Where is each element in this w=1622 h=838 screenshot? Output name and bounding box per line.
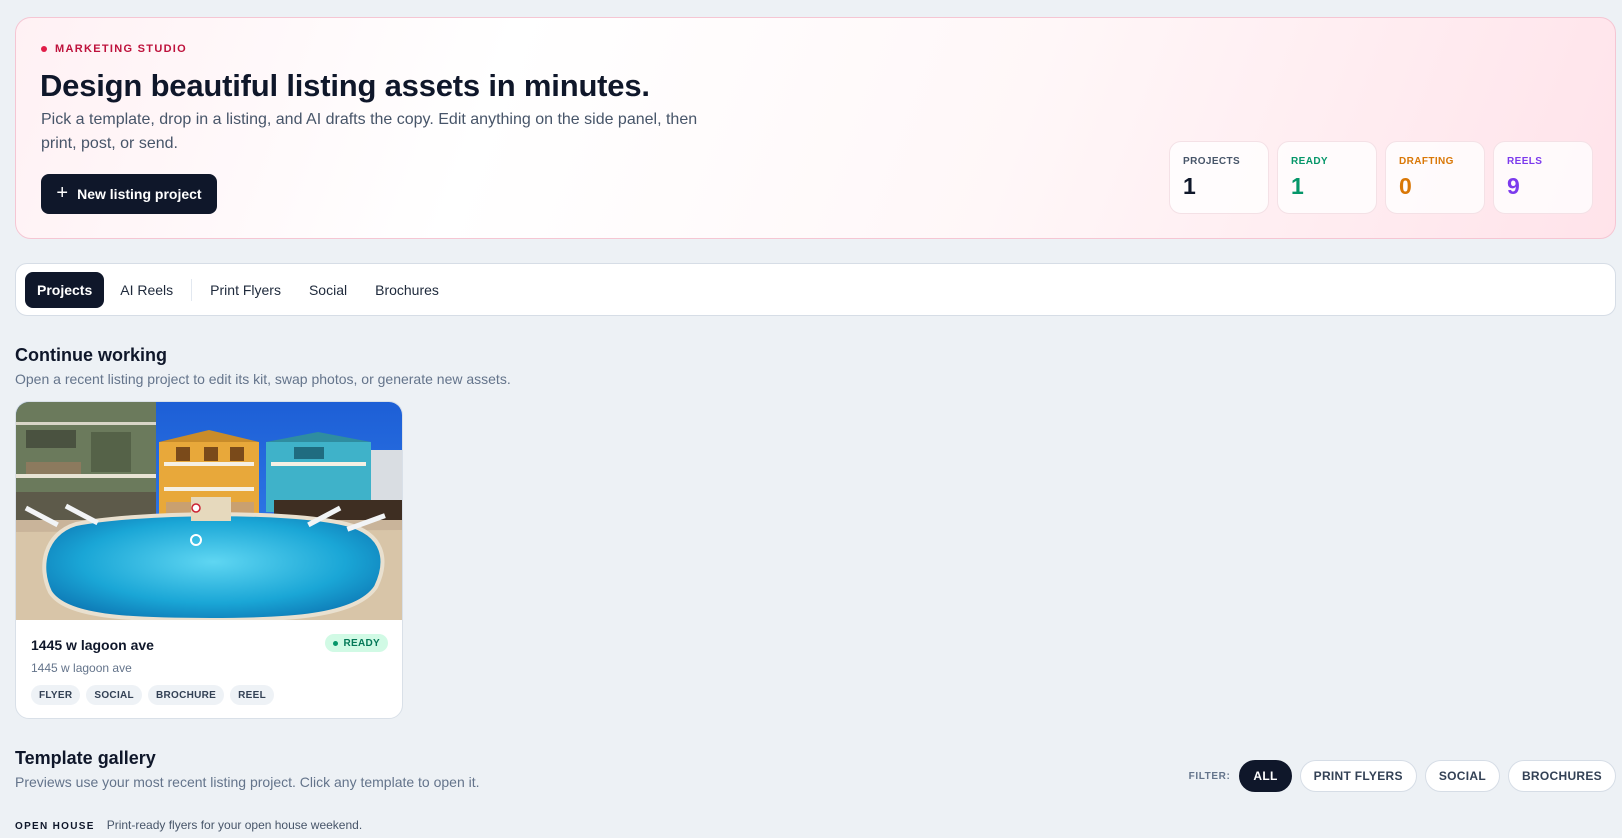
project-address: 1445 w lagoon ave — [31, 661, 132, 675]
tab-divider — [191, 278, 193, 301]
open-house-category: OPEN HOUSE Print-ready flyers for your o… — [15, 818, 362, 832]
stat-label: REELS — [1507, 156, 1543, 167]
filter-label: FILTER: — [1188, 770, 1231, 782]
tab-projects[interactable]: Projects — [25, 271, 105, 308]
tab-print-flyers[interactable]: Print Flyers — [198, 272, 293, 308]
filter-print-flyers[interactable]: PRINT FLYERS — [1299, 760, 1417, 792]
hero-banner: MARKETING STUDIO Design beautiful listin… — [15, 17, 1616, 239]
tab-ai-reels[interactable]: AI Reels — [108, 272, 185, 308]
asset-chips: FLYER SOCIAL BROCHURE REEL — [31, 685, 275, 705]
stat-label: PROJECTS — [1183, 156, 1241, 167]
gallery-filters: FILTER: ALL PRINT FLYERS SOCIAL BROCHURE… — [1189, 760, 1616, 792]
stat-projects: PROJECTS 1 — [1169, 141, 1269, 214]
status-dot — [333, 640, 339, 646]
stat-value: 1 — [1291, 173, 1304, 199]
continue-working-subtitle: Open a recent listing project to edit it… — [15, 371, 511, 387]
stat-value: 9 — [1507, 173, 1520, 199]
stat-value: 0 — [1399, 173, 1412, 199]
status-label: READY — [343, 637, 380, 649]
filter-brochures[interactable]: BROCHURES — [1507, 760, 1616, 792]
hero-subtitle: Pick a template, drop in a listing, and … — [41, 111, 698, 152]
stat-value: 1 — [1183, 173, 1196, 199]
eyebrow-dot — [41, 46, 47, 52]
new-listing-project-button[interactable]: + New listing project — [41, 174, 217, 214]
stat-ready: READY 1 — [1277, 141, 1377, 214]
eyebrow: MARKETING STUDIO — [41, 43, 187, 55]
chip-reel: REEL — [230, 685, 275, 705]
chip-social: SOCIAL — [86, 685, 142, 705]
chip-brochure: BROCHURE — [147, 685, 225, 705]
template-gallery-subtitle: Previews use your most recent listing pr… — [15, 774, 480, 790]
stat-label: READY — [1291, 156, 1329, 167]
project-title: 1445 w lagoon ave — [31, 637, 154, 653]
template-gallery-title: Template gallery — [15, 748, 156, 768]
status-badge: READY — [325, 634, 388, 652]
plus-icon: + — [56, 182, 69, 204]
continue-working-title: Continue working — [15, 345, 167, 365]
category-label: OPEN HOUSE — [15, 821, 95, 832]
hero-title: Design beautiful listing assets in minut… — [40, 68, 650, 103]
filter-all[interactable]: ALL — [1239, 760, 1292, 792]
stat-drafting: DRAFTING 0 — [1385, 141, 1485, 214]
new-listing-project-label: New listing project — [77, 186, 202, 202]
stat-label: DRAFTING — [1399, 156, 1454, 167]
section-tabs: Projects AI Reels Print Flyers Social Br… — [15, 263, 1616, 316]
stat-reels: REELS 9 — [1493, 141, 1593, 214]
tab-brochures[interactable]: Brochures — [363, 272, 451, 308]
chip-flyer: FLYER — [31, 685, 81, 705]
eyebrow-label: MARKETING STUDIO — [55, 43, 188, 55]
category-description: Print-ready flyers for your open house w… — [106, 818, 363, 832]
listing-photo — [16, 402, 402, 620]
filter-social[interactable]: SOCIAL — [1424, 760, 1500, 792]
stats-row: PROJECTS 1 READY 1 DRAFTING 0 REELS 9 — [1169, 141, 1593, 214]
project-card[interactable]: 1445 w lagoon ave 1445 w lagoon ave READ… — [15, 401, 403, 719]
tab-social[interactable]: Social — [297, 272, 359, 308]
